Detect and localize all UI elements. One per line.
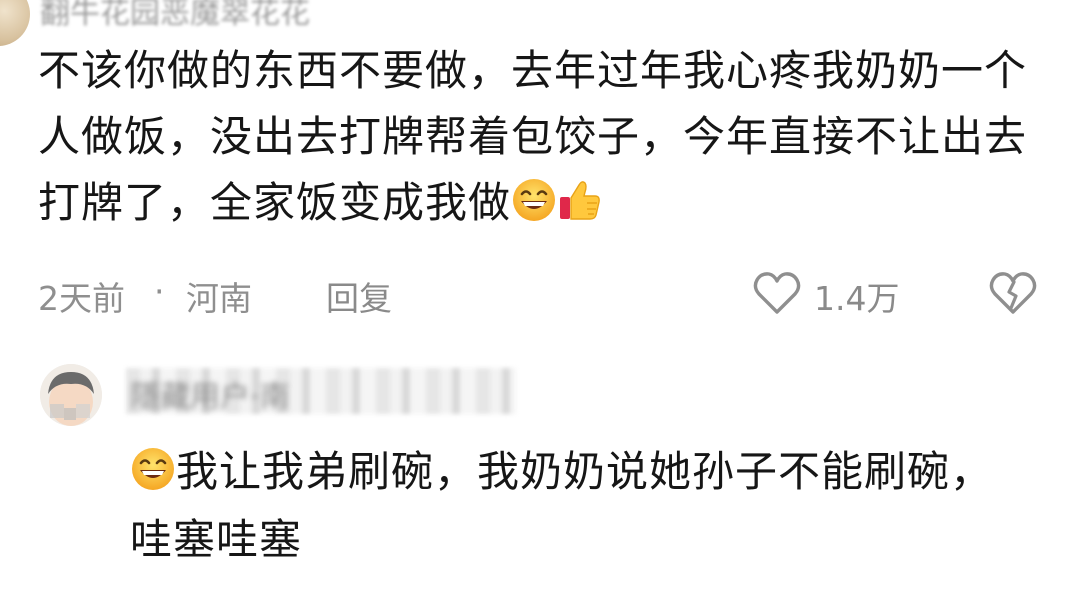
meta-separator: · [154,272,165,311]
comment-username[interactable]: 翻牛花园恶魔翠花花 [40,0,310,32]
reply-username[interactable]: 隱藏用户·南 [130,372,290,416]
like-count: 1.4万 [814,279,900,318]
grinning-face-icon [513,179,556,221]
avatar-image [40,364,102,426]
heart-icon[interactable] [752,270,802,316]
broken-heart-icon[interactable] [988,270,1038,316]
reply-button[interactable]: 回复 [326,272,392,320]
reply-text: 我让我弟刷碗，我奶奶说她孙子不能刷碗，哇塞哇塞 [130,447,994,564]
comment-location: 河南 [186,279,252,318]
grinning-face-icon [132,448,174,490]
avatar[interactable] [0,0,30,46]
avatar[interactable] [40,364,102,426]
comment-meta: 2天前 · 河南 回复 1.4万 [38,268,1048,318]
comment-thread: 翻牛花园恶魔翠花花 不该你做的东西不要做，去年过年我心疼我奶奶一个人做饭，没出去… [0,0,1090,600]
comment-time: 2天前 [38,279,125,318]
thumbs-up-icon [560,181,600,220]
reply-body: 我让我弟刷碗，我奶奶说她孙子不能刷碗，哇塞哇塞 [130,438,1030,574]
comment-body: 不该你做的东西不要做，去年过年我心疼我奶奶一个人做饭，没出去打牌帮着包饺子，今年… [38,38,1058,236]
